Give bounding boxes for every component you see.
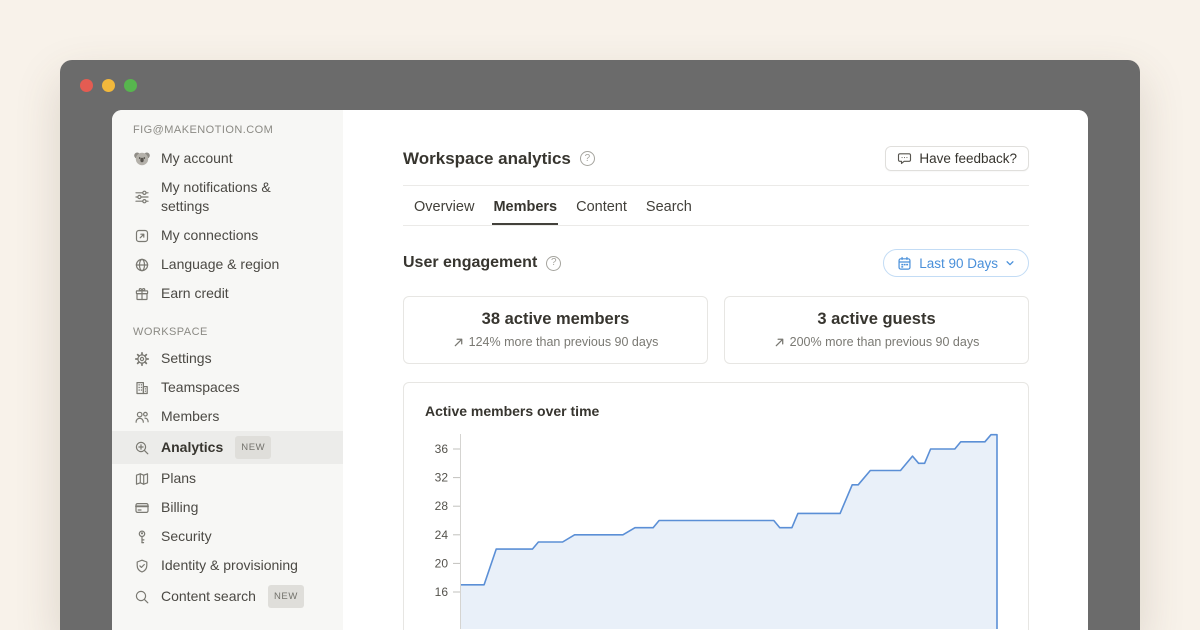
workspace-section-label: WORKSPACE (112, 326, 343, 338)
traffic-light-zoom[interactable] (124, 79, 137, 92)
sidebar-item-my-connections[interactable]: My connections (112, 221, 343, 250)
key-icon (133, 528, 151, 546)
sidebar-item-label: My notifications & settings (161, 178, 322, 216)
settings-sidebar: FIG@MAKENOTION.COM My account My notifica… (112, 110, 343, 630)
settings-dialog: FIG@MAKENOTION.COM My account My notifica… (112, 110, 1088, 630)
sidebar-item-label: Analytics (161, 438, 223, 457)
sidebar-item-earn-credit[interactable]: Earn credit (112, 279, 343, 308)
sidebar-workspace-section: Settings Teamspaces Members Analytics NEW Pla… (112, 344, 343, 613)
globe-icon (133, 256, 151, 274)
traffic-light-close[interactable] (80, 79, 93, 92)
sidebar-item-label: Identity & provisioning (161, 556, 298, 575)
gift-icon (133, 285, 151, 303)
sidebar-item-language-region[interactable]: Language & region (112, 250, 343, 279)
search-icon (133, 588, 151, 606)
app-window: FIG@MAKENOTION.COM My account My notifica… (60, 60, 1140, 630)
stats-row: 38 active members 124% more than previou… (403, 296, 1029, 364)
traffic-light-minimize[interactable] (102, 79, 115, 92)
stat-delta-text: 124% more than previous 90 days (469, 335, 659, 349)
svg-text:24: 24 (435, 528, 449, 542)
avatar-icon (133, 150, 151, 168)
sidebar-item-settings[interactable]: Settings (112, 344, 343, 373)
area-fill (460, 435, 997, 629)
magnifier-plus-icon (133, 439, 151, 457)
sidebar-item-billing[interactable]: Billing (112, 493, 343, 522)
sidebar-item-label: Earn credit (161, 284, 229, 303)
sidebar-item-plans[interactable]: Plans (112, 464, 343, 493)
have-feedback-button[interactable]: Have feedback? (885, 146, 1029, 171)
gear-icon (133, 350, 151, 368)
page-title: Workspace analytics (403, 149, 571, 169)
desktop-background: FIG@MAKENOTION.COM My account My notifica… (0, 0, 1200, 630)
sidebar-item-content-search[interactable]: Content search NEW (112, 580, 343, 613)
sliders-icon (133, 188, 151, 206)
sidebar-item-label: Members (161, 407, 219, 426)
sidebar-item-label: Security (161, 527, 212, 546)
account-email-label: FIG@MAKENOTION.COM (112, 124, 343, 136)
sidebar-item-my-account[interactable]: My account (112, 144, 343, 173)
sidebar-account-section: My account My notifications & settings My … (112, 144, 343, 308)
settings-content: Workspace analytics ? Have fee (343, 110, 1088, 630)
tab-overview[interactable]: Overview (413, 199, 475, 225)
engagement-section-header: User engagement ? (403, 249, 1029, 277)
section-title: User engagement (403, 254, 537, 272)
svg-text:20: 20 (435, 556, 449, 570)
map-icon (133, 470, 151, 488)
trend-up-icon (453, 337, 464, 348)
sidebar-item-members[interactable]: Members (112, 402, 343, 431)
sidebar-item-label: Language & region (161, 255, 279, 274)
sidebar-item-label: My account (161, 149, 233, 168)
trend-up-icon (774, 337, 785, 348)
arrow-box-icon (133, 227, 151, 245)
calendar-icon (897, 256, 912, 271)
svg-text:36: 36 (435, 442, 449, 456)
building-icon (133, 379, 151, 397)
svg-text:32: 32 (435, 471, 449, 485)
sidebar-item-security[interactable]: Security (112, 522, 343, 551)
sidebar-item-my-notifications-settings[interactable]: My notifications & settings (112, 173, 343, 221)
sidebar-item-label: Content search (161, 587, 256, 606)
stat-value: 38 active members (414, 310, 697, 329)
sidebar-item-identity-provisioning[interactable]: Identity & provisioning (112, 551, 343, 580)
active-guests-stat-card: 3 active guests 200% more than previous … (724, 296, 1029, 364)
chart-title: Active members over time (404, 403, 1028, 419)
sidebar-item-analytics[interactable]: Analytics NEW (112, 431, 343, 464)
shield-check-icon (133, 557, 151, 575)
date-range-filter-button[interactable]: Last 90 Days (883, 249, 1029, 277)
sidebar-item-label: Teamspaces (161, 378, 240, 397)
tab-search[interactable]: Search (645, 199, 693, 225)
sidebar-item-label: Plans (161, 469, 196, 488)
help-icon[interactable]: ? (580, 151, 595, 166)
sidebar-item-label: Settings (161, 349, 212, 368)
feedback-bubble-icon (897, 151, 912, 166)
active-members-stat-card: 38 active members 124% more than previou… (403, 296, 708, 364)
sidebar-item-label: Billing (161, 498, 198, 517)
header-divider (403, 185, 1029, 186)
page-header: Workspace analytics ? Have fee (403, 146, 1029, 171)
analytics-tabs: Overview Members Content Search (403, 199, 1029, 226)
members-over-time-chart[interactable]: 16 20 24 28 32 36 (404, 429, 1028, 629)
svg-text:28: 28 (435, 499, 449, 513)
people-icon (133, 408, 151, 426)
help-icon[interactable]: ? (546, 256, 561, 271)
tab-members[interactable]: Members (492, 199, 558, 225)
sidebar-item-label: My connections (161, 226, 258, 245)
chevron-down-icon (1005, 258, 1015, 268)
stat-value: 3 active guests (735, 310, 1018, 329)
window-titlebar (60, 60, 1140, 110)
stat-delta-text: 200% more than previous 90 days (790, 335, 980, 349)
new-badge: NEW (268, 585, 304, 608)
new-badge: NEW (235, 436, 271, 459)
tab-content[interactable]: Content (575, 199, 628, 225)
y-axis: 16 20 24 28 32 36 (435, 434, 461, 629)
sidebar-item-teamspaces[interactable]: Teamspaces (112, 373, 343, 402)
card-icon (133, 499, 151, 517)
svg-text:16: 16 (435, 585, 449, 599)
members-over-time-card: Active members over time 16 20 24 28 32 36 (403, 382, 1029, 630)
